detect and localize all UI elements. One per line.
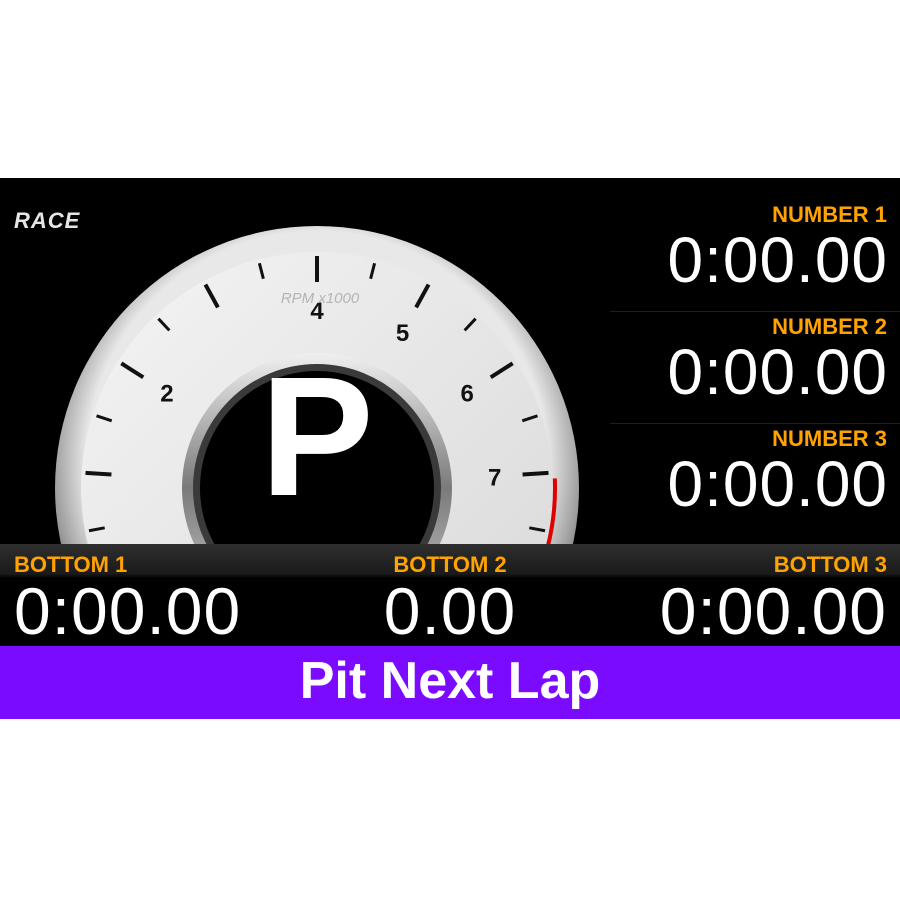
panel-value: 0:00.00 xyxy=(667,448,888,520)
panel-value: 0:00.00 xyxy=(14,574,242,648)
panel-divider xyxy=(610,423,900,424)
rpm-gauge: 0245678 RPM x1000 P xyxy=(55,226,579,548)
right-panel-2: NUMBER 2 0:00.00 xyxy=(630,314,900,426)
bottom-strip: BOTTOM 1 0:00.00 BOTTOM 2 0.00 BOTTOM 3 … xyxy=(0,544,900,646)
bottom-panel-2: BOTTOM 2 0.00 xyxy=(340,552,560,644)
panel-value: 0.00 xyxy=(383,574,517,648)
mode-label: RACE xyxy=(14,208,81,233)
bottom-panel-3: BOTTOM 3 0:00.00 xyxy=(660,552,887,644)
bottom-panel-1: BOTTOM 1 0:00.00 xyxy=(14,552,241,644)
panel-value: 0:00.00 xyxy=(667,336,888,408)
tick-label: 7 xyxy=(488,464,501,491)
panel-divider xyxy=(610,311,900,312)
tick-label: 6 xyxy=(460,380,473,407)
major-tick xyxy=(85,470,112,477)
rpm-unit-label: RPM x1000 xyxy=(281,290,360,307)
right-panel-1: NUMBER 1 0:00.00 xyxy=(630,202,900,314)
right-panel-3: NUMBER 3 0:00.00 xyxy=(630,426,900,538)
gear-indicator: P xyxy=(260,342,373,532)
tick-label: 5 xyxy=(396,320,409,347)
pit-banner: Pit Next Lap xyxy=(0,646,900,719)
major-tick xyxy=(522,470,549,477)
tick-label: 2 xyxy=(160,380,173,407)
dashboard-display: 0245678 RPM x1000 P RACE NUMBER 1 0:00.0… xyxy=(0,178,900,719)
panel-value: 0:00.00 xyxy=(659,574,887,648)
panel-value: 0:00.00 xyxy=(667,224,888,296)
